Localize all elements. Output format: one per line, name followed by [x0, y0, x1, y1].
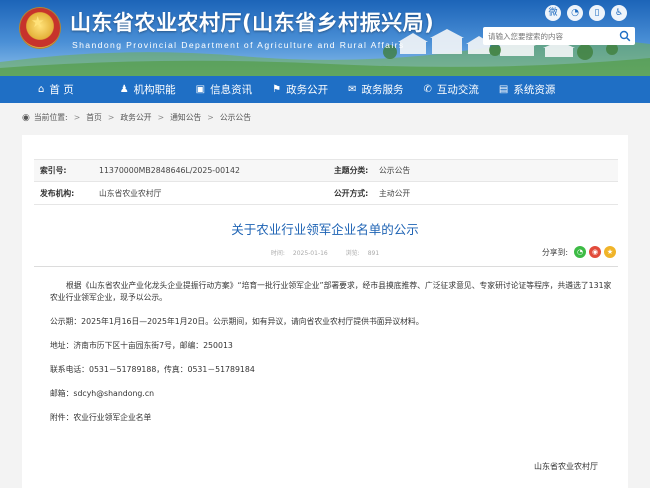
- mobile-icon[interactable]: ▯: [589, 5, 605, 21]
- nav-item-system[interactable]: ▤ 系统资源: [489, 76, 565, 103]
- breadcrumb-item-public-notice[interactable]: 公示公告: [220, 112, 251, 123]
- paragraph: 联系电话：0531－51789188，传真：0531－51789184: [50, 364, 255, 374]
- weibo-icon[interactable]: 微: [545, 5, 561, 21]
- document-title: 关于农业行业领军企业名单的公示: [231, 222, 419, 237]
- time-label: 时间:: [270, 250, 285, 257]
- nav-item-gov-service[interactable]: ✉ 政务服务: [338, 76, 413, 103]
- nav-item-label: 政务公开: [286, 84, 329, 96]
- paragraph: 根据《山东省农业产业化龙头企业提振行动方案》“培育一批行业领军企业”部署要求，经…: [50, 281, 612, 302]
- weibo-share-icon[interactable]: ◉: [589, 246, 602, 258]
- nav-item-label: 机构职能: [133, 84, 176, 96]
- paragraph: 地址：济南市历下区十亩园东街7号，邮编：250013: [50, 340, 233, 350]
- divider: [34, 266, 618, 267]
- chat-icon: ✆: [423, 84, 432, 95]
- index-label: 索引号:: [40, 166, 67, 175]
- org-icon: ♟: [119, 84, 129, 95]
- qzone-share-icon[interactable]: ★: [604, 246, 617, 258]
- attachment-link[interactable]: 附件：农业行业领军企业名单: [50, 412, 616, 424]
- breadcrumb-item-home[interactable]: 首页: [86, 112, 102, 123]
- nav-item-gov-open[interactable]: ⚑ 政务公开: [262, 76, 338, 103]
- national-emblem-icon: ★: [20, 8, 60, 48]
- time-value: 2025-01-16: [292, 250, 328, 257]
- breadcrumb: ◉ 当前位置: > 首页 > 政务公开 > 通知公告 > 公示公告: [22, 112, 252, 123]
- nav-item-news[interactable]: ▣ 信息资讯: [186, 76, 262, 103]
- index-value: 11370000MB2848646L/2025-00142: [99, 166, 240, 175]
- search-box: [483, 27, 635, 45]
- search-input[interactable]: [488, 31, 613, 41]
- open-method-label: 公开方式:: [334, 188, 369, 198]
- wechat-icon[interactable]: ◔: [567, 5, 583, 21]
- paragraph: 公示期：2025年1月16日—2025年1月20日。公示期间，如有异议，请向省农…: [50, 316, 424, 326]
- publisher-label: 发布机构:: [40, 188, 75, 198]
- search-icon[interactable]: [619, 30, 631, 42]
- topic-label: 主题分类:: [334, 166, 369, 175]
- breadcrumb-item-notices[interactable]: 通知公告: [170, 112, 201, 123]
- views-value: 891: [367, 250, 380, 257]
- share-bar: 分享到: ◔ ◉ ★: [542, 246, 617, 258]
- home-icon: ⌂: [38, 84, 45, 95]
- nav-item-interaction[interactable]: ✆ 互动交流: [413, 76, 488, 103]
- topic-value: 公示公告: [379, 166, 411, 175]
- location-icon: ◉: [22, 112, 30, 123]
- nav-item-label: 系统资源: [513, 84, 556, 96]
- nav-item-home[interactable]: ⌂ 首 页: [0, 76, 84, 103]
- meta-row: 发布机构: 山东省农业农村厅 公开方式: 主动公开: [34, 182, 618, 205]
- publisher-value: 山东省农业农村厅: [99, 188, 162, 198]
- document-body: 根据《山东省农业产业化龙头企业提振行动方案》“培育一批行业领军企业”部署要求，经…: [50, 280, 616, 436]
- wechat-share-icon[interactable]: ◔: [574, 246, 587, 258]
- views-label: 浏览:: [345, 250, 360, 257]
- main-nav: ⌂ 首 页 ♟ 机构职能 ▣ 信息资讯 ⚑ 政务公开 ✉ 政务服务 ✆ 互动交流…: [0, 76, 650, 103]
- system-icon: ▤: [498, 84, 509, 95]
- nav-item-organization[interactable]: ♟ 机构职能: [110, 76, 186, 103]
- site-header: ★ 山东省农业农村厅(山东省乡村振兴局) Shandong Provincial…: [0, 0, 650, 76]
- accessibility-icon[interactable]: ♿: [611, 5, 627, 21]
- gov-icon: ⚑: [272, 84, 282, 95]
- signature: 山东省农业农村厅: [534, 462, 598, 471]
- breadcrumb-prefix: 当前位置:: [33, 113, 68, 122]
- metadata-table: 索引号: 11370000MB2848646L/2025-00142 主题分类:…: [34, 159, 618, 205]
- article-card: 索引号: 11370000MB2848646L/2025-00142 主题分类:…: [22, 135, 628, 488]
- info-icon: ▣: [195, 84, 206, 95]
- social-links: 微 ◔ ▯ ♿: [545, 5, 627, 21]
- nav-item-label: 政务服务: [361, 84, 404, 96]
- service-icon: ✉: [348, 84, 357, 95]
- nav-item-label: 信息资讯: [210, 84, 253, 96]
- email-paragraph: 邮箱：sdcyh@shandong.cn: [50, 388, 155, 398]
- site-subtitle: Shandong Provincial Department of Agricu…: [72, 40, 405, 50]
- meta-row: 索引号: 11370000MB2848646L/2025-00142 主题分类:…: [34, 159, 618, 182]
- document-info: 时间: 2025-01-16 浏览: 891: [22, 248, 628, 257]
- share-label: 分享到:: [542, 247, 569, 257]
- nav-item-label: 互动交流: [436, 84, 479, 96]
- open-method-value: 主动公开: [379, 188, 411, 198]
- breadcrumb-item-gov-open[interactable]: 政务公开: [120, 112, 151, 123]
- nav-item-label: 首 页: [49, 84, 74, 96]
- site-title: 山东省农业农村厅(山东省乡村振兴局): [70, 11, 435, 35]
